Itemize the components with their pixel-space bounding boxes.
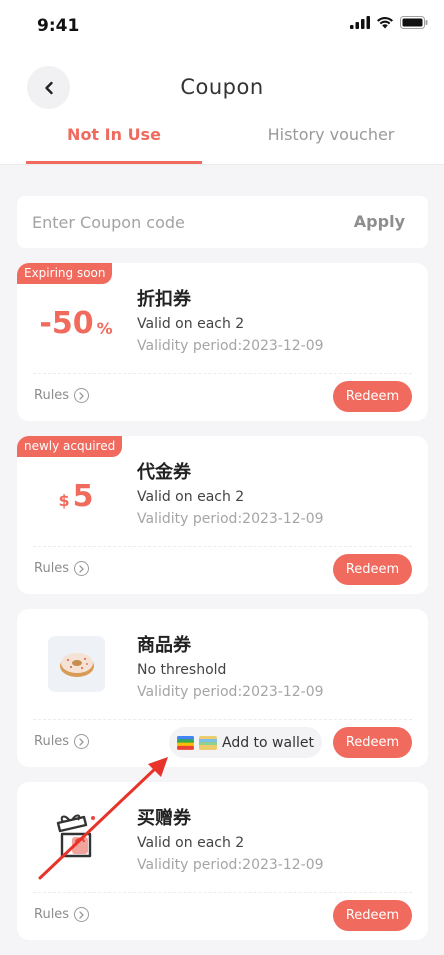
coupon-description: Valid on each 2 — [137, 489, 245, 505]
coupon-description: No threshold — [137, 662, 227, 678]
card-divider — [33, 892, 412, 893]
coupon-card-cash: newly acquired $5 代金券 Valid on each 2 Va… — [17, 436, 428, 594]
tab-underline — [26, 161, 202, 164]
wifi-icon — [377, 16, 393, 29]
page-title: Coupon — [180, 75, 264, 99]
gift-box-icon — [56, 814, 95, 858]
donut-image — [48, 636, 105, 692]
rules-label: Rules — [34, 907, 70, 922]
apply-button[interactable]: Apply — [354, 212, 405, 231]
chevron-right-circle-icon — [74, 734, 90, 749]
status-icons — [350, 16, 428, 29]
coupon-description: Valid on each 2 — [137, 835, 245, 851]
card-divider — [33, 719, 412, 720]
google-wallet-icon — [177, 735, 194, 750]
battery-icon — [400, 16, 428, 29]
wallet-card-icon — [199, 735, 217, 750]
signal-icon — [350, 16, 370, 29]
rules-link[interactable]: Rules — [34, 907, 90, 922]
tab-history-voucher[interactable]: History voucher — [222, 125, 440, 144]
coupon-value: -50% — [17, 283, 135, 363]
coupon-code-input[interactable]: Enter Coupon code — [32, 213, 185, 232]
coupon-validity: Validity period:2023-12-09 — [137, 857, 324, 873]
rules-label: Rules — [34, 561, 70, 576]
redeem-button[interactable]: Redeem — [333, 381, 412, 412]
chevron-right-circle-icon — [74, 907, 90, 922]
coupon-value-unit: % — [96, 318, 113, 338]
coupon-description: Valid on each 2 — [137, 316, 245, 332]
rules-link[interactable]: Rules — [34, 561, 90, 576]
status-time: 9:41 — [37, 16, 80, 36]
coupon-title: 折扣券 — [137, 289, 191, 310]
rules-label: Rules — [34, 734, 70, 749]
coupon-card-discount: Expiring soon -50% 折扣券 Valid on each 2 V… — [17, 263, 428, 421]
card-divider — [33, 546, 412, 547]
rules-link[interactable]: Rules — [34, 388, 90, 403]
coupon-value: $5 — [17, 456, 135, 536]
add-to-wallet-button[interactable]: Add to wallet — [169, 727, 322, 758]
coupon-card-gift: 买赠券 Valid on each 2 Validity period:2023… — [17, 782, 428, 940]
rules-link[interactable]: Rules — [34, 734, 90, 749]
add-to-wallet-label: Add to wallet — [222, 734, 314, 751]
chevron-right-circle-icon — [74, 561, 90, 576]
expiring-soon-badge: Expiring soon — [17, 263, 113, 284]
coupon-value-amount: -50 — [39, 305, 94, 341]
coupon-title: 买赠券 — [137, 808, 191, 829]
coupon-code-box: Enter Coupon code Apply — [17, 196, 428, 248]
coupon-title: 商品券 — [137, 635, 191, 656]
rules-label: Rules — [34, 388, 70, 403]
coupon-validity: Validity period:2023-12-09 — [137, 684, 324, 700]
coupon-value-prefix: $ — [58, 490, 70, 510]
redeem-button[interactable]: Redeem — [333, 900, 412, 931]
redeem-button[interactable]: Redeem — [333, 727, 412, 758]
donut-icon — [59, 653, 94, 677]
newly-acquired-badge: newly acquired — [17, 436, 123, 457]
header-area: 9:41 Coupon Not In Use History voucher — [0, 0, 444, 165]
coupon-title: 代金券 — [137, 462, 191, 483]
coupon-validity: Validity period:2023-12-09 — [137, 338, 324, 354]
redeem-button[interactable]: Redeem — [333, 554, 412, 585]
tab-not-in-use[interactable]: Not In Use — [26, 125, 202, 144]
coupon-card-product: 商品券 No threshold Validity period:2023-12… — [17, 609, 428, 767]
coupon-value-amount: 5 — [72, 478, 94, 514]
coupon-validity: Validity period:2023-12-09 — [137, 511, 324, 527]
chevron-right-circle-icon — [74, 388, 90, 403]
card-divider — [33, 373, 412, 374]
